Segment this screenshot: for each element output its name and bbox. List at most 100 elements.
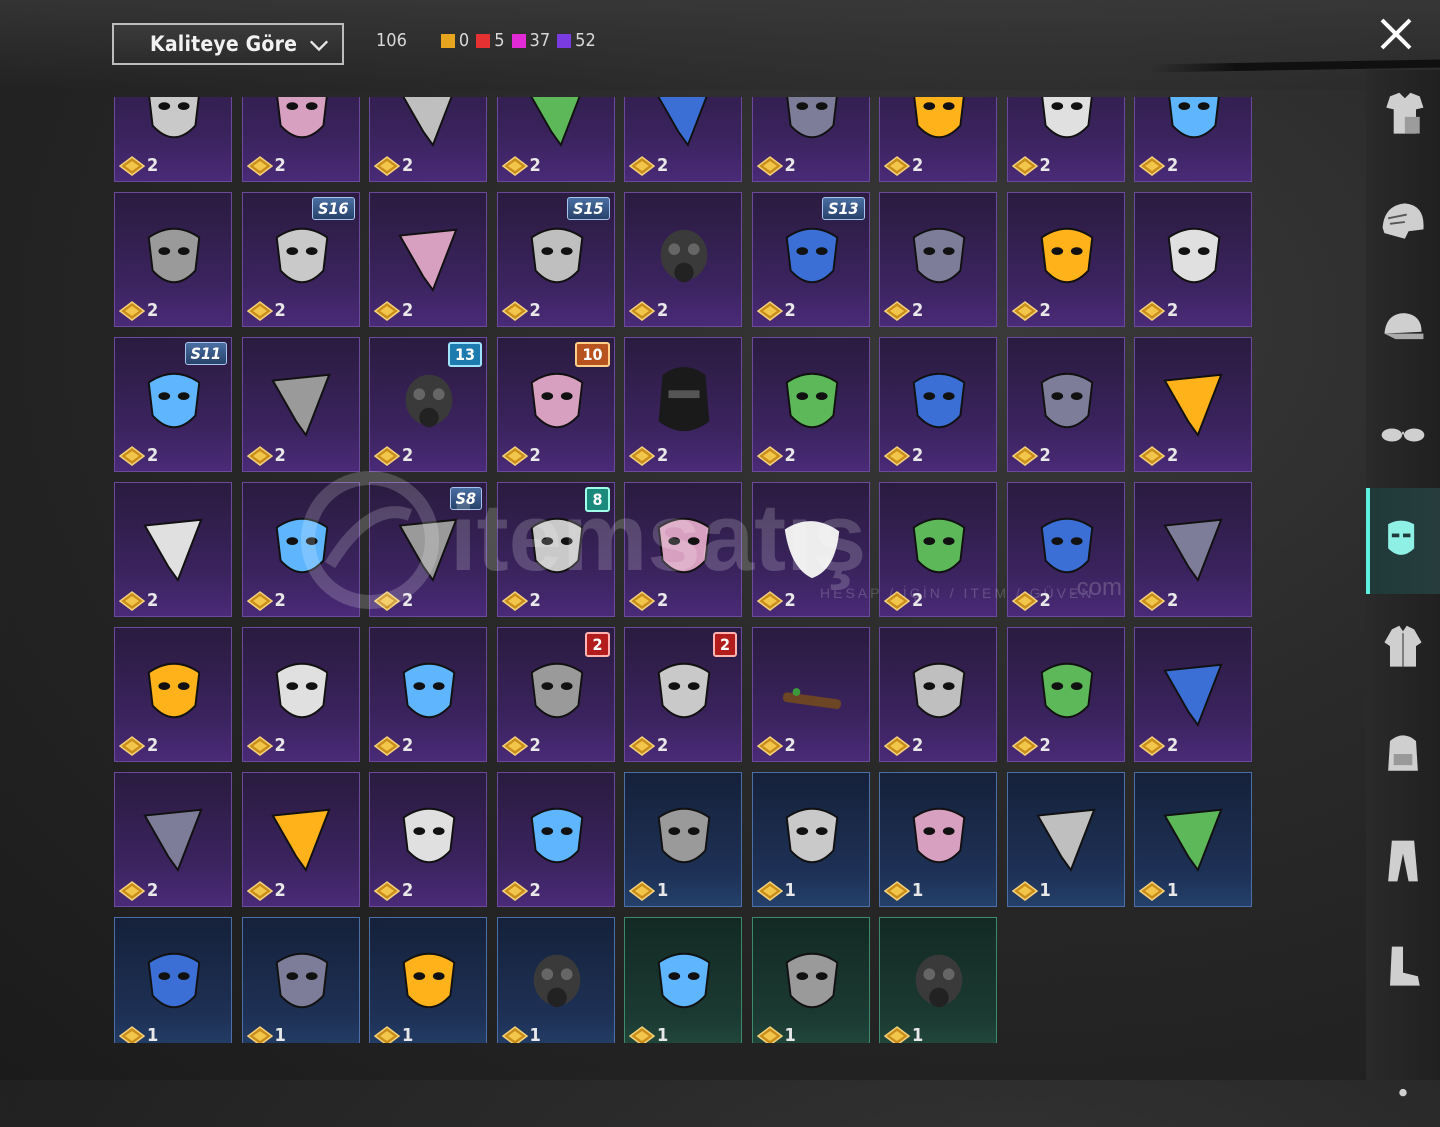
inventory-item[interactable]: 1 (1134, 772, 1252, 907)
inventory-item[interactable]: 2 (624, 337, 742, 472)
category-backpack[interactable] (1366, 701, 1440, 807)
item-quantity-value: 1 (784, 1025, 796, 1043)
respirator-icon (405, 374, 453, 428)
inventory-item[interactable]: 2 (496, 772, 615, 907)
inventory-item[interactable]: 1 (241, 917, 360, 1043)
item-quantity-value: 2 (274, 590, 286, 611)
item-quantity-value: 2 (274, 735, 286, 756)
logo-face-mask-icon (657, 807, 711, 864)
inventory-item[interactable]: 2 (114, 772, 232, 907)
inventory-item[interactable]: 2 (496, 97, 615, 182)
item-quantity: 2 (374, 735, 413, 756)
item-quantity: 2 (756, 155, 796, 176)
inventory-item[interactable]: S16 2 (241, 192, 360, 327)
inventory-item[interactable]: 1 (624, 917, 742, 1043)
inventory-item[interactable]: 2 (241, 772, 360, 907)
category-helmet[interactable] (1366, 169, 1440, 275)
inventory-item[interactable]: 2 (369, 772, 487, 907)
inventory-item[interactable]: S11 2 (114, 337, 232, 472)
item-quantity-value: 1 (147, 1025, 159, 1043)
inventory-item[interactable]: 2 (1134, 627, 1252, 762)
inventory-item[interactable]: 1 (879, 772, 997, 907)
inventory-item[interactable]: 2 (879, 97, 997, 182)
diamond-coin-icon (1011, 880, 1038, 901)
item-quantity-value: 2 (147, 300, 159, 321)
inventory-item[interactable]: 2 (369, 97, 487, 182)
inventory-item[interactable]: 1 (1006, 772, 1125, 907)
inventory-item[interactable]: 1 (114, 917, 232, 1043)
inventory-item[interactable]: 2 (114, 192, 232, 327)
inventory-item[interactable]: 1 (879, 917, 997, 1043)
inventory-item[interactable]: 2 (241, 337, 360, 472)
inventory-item[interactable]: 2 (1006, 627, 1125, 762)
inventory-item[interactable]: 2 (1134, 482, 1252, 617)
category-more[interactable] (1366, 1021, 1440, 1127)
inventory-item[interactable]: 1 (751, 772, 870, 907)
inventory-item[interactable]: 2 (624, 97, 742, 182)
inventory-item[interactable]: 22 (496, 627, 615, 762)
item-quantity: 2 (629, 735, 668, 756)
inventory-item[interactable]: 2 (879, 482, 997, 617)
item-badge: 8 (585, 487, 610, 512)
inventory-item[interactable]: 1 (751, 917, 870, 1043)
item-quantity: 2 (246, 735, 286, 756)
inventory-item[interactable]: 2 (751, 627, 870, 762)
inventory-item[interactable]: 2 (241, 482, 360, 617)
inventory-item[interactable]: 2 (879, 627, 997, 762)
inventory-item[interactable]: 2 (241, 97, 360, 182)
inventory-item[interactable]: 2 (1006, 482, 1125, 617)
inventory-item[interactable]: 2 (1006, 192, 1125, 327)
inventory-item[interactable]: 2 (1134, 337, 1252, 472)
diamond-coin-icon (1139, 590, 1165, 611)
category-jacket[interactable] (1366, 595, 1440, 701)
inventory-item[interactable]: 2 (241, 627, 360, 762)
neck-gaiter-icon (912, 227, 966, 284)
inventory-item[interactable]: 1 (369, 917, 487, 1043)
item-quantity-value: 2 (402, 155, 414, 176)
inventory-item[interactable]: 13 2 (369, 337, 487, 472)
category-outfit[interactable] (1366, 62, 1440, 168)
diamond-coin-icon (119, 1025, 145, 1043)
inventory-item[interactable]: 1 (496, 917, 615, 1043)
inventory-item[interactable]: 2 (114, 97, 232, 182)
inventory-item[interactable]: 82 (496, 482, 615, 617)
inventory-grid[interactable]: 2 2 2 2 2 2 2 2 2 2 S16 2 2 S15 2 2 S13 2 2 2 2 S11 2 2 13 2 10 2 2 2… (114, 97, 1254, 1043)
inventory-item[interactable]: 1 (624, 772, 742, 907)
sort-dropdown[interactable]: Kaliteye Göre (112, 23, 344, 65)
inventory-item[interactable]: 2 (369, 627, 487, 762)
item-badge: S15 (567, 197, 610, 220)
category-pants[interactable] (1366, 808, 1440, 914)
item-quantity: 2 (119, 300, 158, 321)
inventory-item[interactable]: S13 2 (751, 192, 870, 327)
category-glasses[interactable] (1366, 382, 1440, 488)
inventory-item[interactable]: 2 (879, 337, 997, 472)
inventory-item[interactable]: 2 (879, 192, 997, 327)
inventory-item[interactable]: 2 (751, 97, 870, 182)
inventory-item[interactable]: 2 (114, 482, 232, 617)
item-quantity-value: 2 (784, 445, 796, 466)
inventory-item[interactable]: 2 (624, 482, 742, 617)
inventory-item[interactable]: 2 (1006, 97, 1125, 182)
inventory-item[interactable]: 22 (624, 627, 742, 762)
inventory-item[interactable]: S15 2 (496, 192, 615, 327)
diamond-coin-icon (629, 880, 655, 901)
white-face-mask-icon (402, 662, 456, 719)
category-mask[interactable] (1366, 488, 1440, 594)
pink-drama-mask-icon (275, 952, 328, 1009)
inventory-item[interactable]: 2 (369, 192, 487, 327)
inventory-item[interactable]: S8 2 (369, 482, 487, 617)
item-badge: 10 (575, 342, 610, 367)
category-cap[interactable] (1366, 275, 1440, 381)
item-quantity: 1 (1139, 880, 1178, 901)
inventory-item[interactable]: 2 (1134, 192, 1252, 327)
inventory-item[interactable]: 2 (624, 192, 742, 327)
inventory-item[interactable]: 2 (1134, 97, 1252, 182)
inventory-item[interactable]: 2 (114, 627, 232, 762)
item-badge: 2 (712, 632, 737, 657)
close-button[interactable] (1376, 14, 1416, 54)
category-boots[interactable] (1366, 914, 1440, 1020)
inventory-item[interactable]: 10 2 (496, 337, 615, 472)
inventory-item[interactable]: 2 (751, 482, 870, 617)
inventory-item[interactable]: 2 (1006, 337, 1125, 472)
inventory-item[interactable]: 2 (751, 337, 870, 472)
